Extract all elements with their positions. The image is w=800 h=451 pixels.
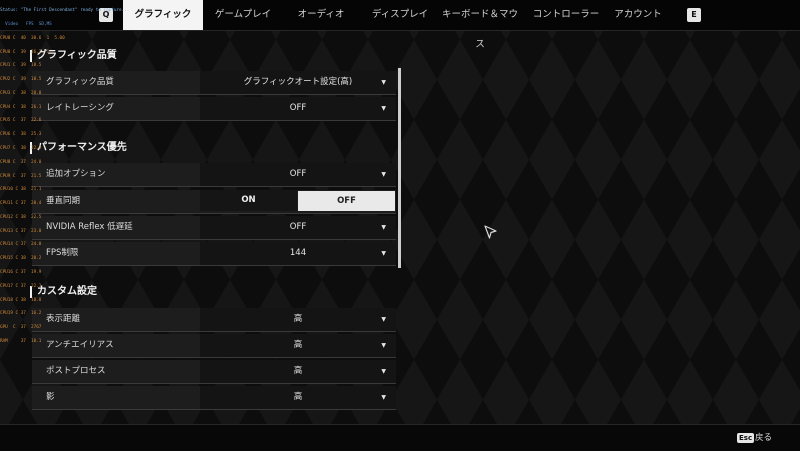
bottom-bar: Esc 戻る	[0, 424, 800, 451]
overlay-line: CPU11 C 37 20.4	[0, 201, 42, 207]
dropdown-arrow-icon: ▼	[381, 316, 386, 323]
overlay-line: CPU9 C 37 21.5	[0, 173, 42, 179]
vsync-off-option[interactable]: OFF	[298, 191, 395, 211]
dropdown-value: 144	[289, 248, 307, 258]
dropdown-arrow-icon: ▼	[381, 368, 386, 375]
settings-scrollbar[interactable]	[398, 68, 401, 268]
dropdown-value: OFF	[289, 103, 307, 113]
overlay-line: CPU1 C 39 18.5	[0, 63, 42, 69]
overlay-line: CPU6 C 38 25.3	[0, 132, 42, 138]
overlay-line: CPU3 C 38 28.0	[0, 90, 42, 96]
overlay-status-text: Status: "The First Descendant" ready to …	[0, 8, 130, 14]
dropdown-value: 高	[293, 366, 303, 376]
ray-tracing-dropdown[interactable]: OFF ▼	[200, 97, 396, 120]
post-process-dropdown[interactable]: 高 ▼	[200, 360, 396, 383]
overlay-line: CPU17 C 37 22.1	[0, 283, 42, 289]
overlay-line: CPU18 C 38 18.8	[0, 297, 42, 303]
dropdown-arrow-icon: ▼	[381, 394, 386, 401]
shadows-dropdown[interactable]: 高 ▼	[200, 386, 396, 409]
overlay-line: CPU0 C 39 26.2 1	[0, 49, 50, 55]
tab-audio[interactable]: オーディオ	[288, 0, 354, 30]
view-distance-dropdown[interactable]: 高 ▼	[200, 308, 396, 331]
dropdown-value: 高	[293, 314, 303, 324]
dropdown-value: グラフィックオート設定(高)	[243, 77, 353, 87]
setting-label: ポストプロセス	[46, 366, 106, 376]
tab-gameplay[interactable]: ゲームプレイ	[207, 0, 279, 30]
overlay-line: CPU5 C 37 22.6	[0, 118, 42, 124]
overlay-line: CPU15 C 38 20.2	[0, 256, 42, 262]
overlay-line: CPU14 C 37 24.8	[0, 242, 42, 248]
overlay-line: CPU0 C 40 30.6 1 5.00	[0, 35, 65, 41]
dropdown-value: 高	[293, 340, 303, 350]
dropdown-arrow-icon: ▼	[381, 342, 386, 349]
overlay-line: CPU10 C 38 21.1	[0, 187, 42, 193]
dropdown-arrow-icon: ▼	[381, 250, 386, 257]
overlay-line: CPU12 C 38 22.5	[0, 214, 42, 220]
dropdown-value: 高	[293, 392, 303, 402]
esc-key-icon[interactable]: Esc	[737, 433, 755, 443]
overlay-line: GPU C 37 2767	[0, 325, 42, 331]
overlay-line: RAM 37 10.1	[0, 338, 42, 344]
overlay-line: CPU8 C 37 24.0	[0, 159, 42, 165]
setting-row-post-process[interactable]: ポストプロセス 高 ▼	[32, 360, 396, 384]
dropdown-arrow-icon: ▼	[381, 171, 386, 178]
back-button-label[interactable]: 戻る	[755, 432, 772, 444]
graphics-quality-dropdown[interactable]: グラフィックオート設定(高) ▼	[200, 71, 396, 94]
dropdown-arrow-icon: ▼	[381, 79, 386, 86]
fps-limit-dropdown[interactable]: 144 ▼	[200, 242, 396, 265]
setting-label: 影	[46, 392, 55, 402]
tab-account[interactable]: アカウント	[612, 0, 664, 30]
performance-overlay: Status: "The First Descendant" ready to …	[0, 0, 129, 349]
overlay-line: CPU19 C 37 16.2	[0, 311, 42, 317]
overlay-line: CPU7 C 38 22.9	[0, 146, 42, 151]
anti-aliasing-dropdown[interactable]: 高 ▼	[200, 334, 396, 357]
setting-row-shadows[interactable]: 影 高 ▼	[32, 386, 396, 410]
overlay-line: CPU13 C 37 23.0	[0, 228, 42, 234]
dropdown-value: OFF	[289, 169, 307, 179]
e-key-icon[interactable]: E	[687, 8, 701, 22]
tab-keyboard-mouse[interactable]: キーボード＆マウス	[438, 0, 522, 50]
nvidia-reflex-dropdown[interactable]: OFF ▼	[200, 216, 396, 239]
tab-controller[interactable]: コントローラー	[526, 0, 606, 30]
overlay-line: CPU4 C 38 26.1	[0, 104, 42, 110]
additional-options-dropdown[interactable]: OFF ▼	[200, 163, 396, 186]
mouse-cursor-icon	[484, 225, 497, 239]
dropdown-arrow-icon: ▼	[381, 224, 386, 231]
overlay-line: CPU16 C 37 19.9	[0, 270, 42, 276]
overlay-line: CPU2 C 39 18.5	[0, 77, 42, 83]
overlay-header-text: Video FPS SD,MS	[0, 21, 52, 27]
dropdown-value: OFF	[289, 222, 307, 232]
tab-graphics[interactable]: グラフィック	[123, 0, 203, 30]
vsync-on-option[interactable]: ON	[200, 190, 297, 211]
dropdown-arrow-icon: ▼	[381, 105, 386, 112]
tab-display[interactable]: ディスプレイ	[364, 0, 436, 30]
